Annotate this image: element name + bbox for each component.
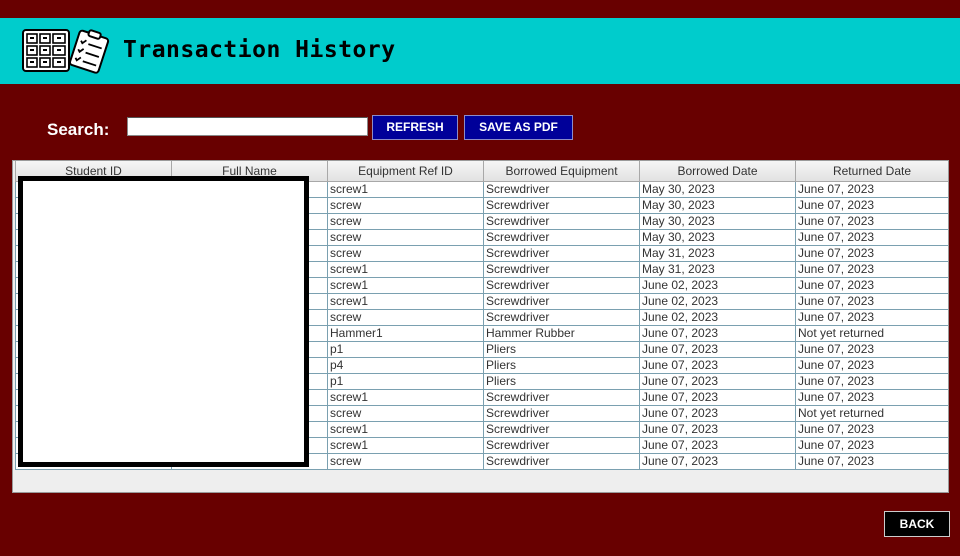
cell-borrowed-equipment[interactable]: Screwdriver	[483, 421, 640, 438]
cell-borrowed-date[interactable]: June 07, 2023	[639, 405, 796, 422]
cell-returned-date[interactable]: Not yet returned	[795, 325, 948, 342]
cell-borrowed-equipment[interactable]: Screwdriver	[483, 405, 640, 422]
cell-borrowed-date[interactable]: June 02, 2023	[639, 293, 796, 310]
cell-borrowed-date[interactable]: June 07, 2023	[639, 373, 796, 390]
cell-returned-date[interactable]: June 07, 2023	[795, 213, 948, 230]
cell-borrowed-date[interactable]: June 02, 2023	[639, 309, 796, 326]
cell-equipment-ref-id[interactable]: screw	[327, 309, 484, 326]
cell-equipment-ref-id[interactable]: screw1	[327, 261, 484, 278]
cell-equipment-ref-id[interactable]: p1	[327, 341, 484, 358]
save-as-pdf-button[interactable]: SAVE AS PDF	[464, 115, 573, 140]
cell-borrowed-equipment[interactable]: Pliers	[483, 341, 640, 358]
cell-borrowed-date[interactable]: May 30, 2023	[639, 229, 796, 246]
cell-equipment-ref-id[interactable]: screw1	[327, 421, 484, 438]
cell-borrowed-equipment[interactable]: Hammer Rubber	[483, 325, 640, 342]
cell-equipment-ref-id[interactable]: screw1	[327, 293, 484, 310]
cell-borrowed-equipment[interactable]: Screwdriver	[483, 213, 640, 230]
cell-returned-date[interactable]: June 07, 2023	[795, 197, 948, 214]
cell-borrowed-date[interactable]: June 07, 2023	[639, 325, 796, 342]
cell-borrowed-date[interactable]: May 30, 2023	[639, 181, 796, 198]
cell-borrowed-equipment[interactable]: Screwdriver	[483, 389, 640, 406]
cell-borrowed-equipment[interactable]: Screwdriver	[483, 453, 640, 470]
cell-borrowed-equipment[interactable]: Screwdriver	[483, 261, 640, 278]
cell-borrowed-date[interactable]: May 30, 2023	[639, 213, 796, 230]
back-button[interactable]: BACK	[884, 511, 950, 537]
cell-equipment-ref-id[interactable]: screw1	[327, 277, 484, 294]
cell-returned-date[interactable]: June 07, 2023	[795, 421, 948, 438]
cell-equipment-ref-id[interactable]: p4	[327, 357, 484, 374]
cell-borrowed-equipment[interactable]: Screwdriver	[483, 277, 640, 294]
cell-returned-date[interactable]: June 07, 2023	[795, 341, 948, 358]
cell-borrowed-date[interactable]: June 07, 2023	[639, 341, 796, 358]
cell-borrowed-date[interactable]: May 30, 2023	[639, 197, 796, 214]
column-header-equipment-ref-id[interactable]: Equipment Ref ID	[327, 161, 484, 182]
cell-returned-date[interactable]: June 07, 2023	[795, 373, 948, 390]
cell-borrowed-equipment[interactable]: Pliers	[483, 373, 640, 390]
cell-returned-date[interactable]: Not yet returned	[795, 405, 948, 422]
cell-equipment-ref-id[interactable]: screw1	[327, 437, 484, 454]
cell-equipment-ref-id[interactable]: screw	[327, 213, 484, 230]
cell-returned-date[interactable]: June 07, 2023	[795, 181, 948, 198]
cell-borrowed-equipment[interactable]: Screwdriver	[483, 245, 640, 262]
cell-returned-date[interactable]: June 07, 2023	[795, 293, 948, 310]
cell-equipment-ref-id[interactable]: screw	[327, 229, 484, 246]
cell-equipment-ref-id[interactable]: screw1	[327, 389, 484, 406]
cell-borrowed-date[interactable]: May 31, 2023	[639, 245, 796, 262]
cell-equipment-ref-id[interactable]: screw	[327, 245, 484, 262]
cell-borrowed-date[interactable]: June 07, 2023	[639, 357, 796, 374]
cell-borrowed-date[interactable]: June 07, 2023	[639, 453, 796, 470]
cell-borrowed-date[interactable]: June 02, 2023	[639, 277, 796, 294]
cell-equipment-ref-id[interactable]: screw1	[327, 181, 484, 198]
redaction-box	[18, 176, 309, 467]
cell-equipment-ref-id[interactable]: screw	[327, 405, 484, 422]
cell-returned-date[interactable]: June 07, 2023	[795, 277, 948, 294]
cell-borrowed-equipment[interactable]: Screwdriver	[483, 293, 640, 310]
cell-equipment-ref-id[interactable]: Hammer1	[327, 325, 484, 342]
cell-borrowed-equipment[interactable]: Screwdriver	[483, 197, 640, 214]
search-input[interactable]	[127, 117, 368, 136]
cell-borrowed-date[interactable]: May 31, 2023	[639, 261, 796, 278]
cell-equipment-ref-id[interactable]: screw	[327, 453, 484, 470]
cell-equipment-ref-id[interactable]: p1	[327, 373, 484, 390]
cell-returned-date[interactable]: June 07, 2023	[795, 309, 948, 326]
search-label: Search:	[47, 120, 110, 139]
cell-borrowed-date[interactable]: June 07, 2023	[639, 437, 796, 454]
column-header-borrowed-date[interactable]: Borrowed Date	[639, 161, 796, 182]
cell-returned-date[interactable]: June 07, 2023	[795, 453, 948, 470]
cell-returned-date[interactable]: June 07, 2023	[795, 437, 948, 454]
header-bar: Transaction History	[0, 18, 960, 84]
cell-equipment-ref-id[interactable]: screw	[327, 197, 484, 214]
column-header-borrowed-equipment[interactable]: Borrowed Equipment	[483, 161, 640, 182]
inventory-checklist-logo-icon	[22, 29, 110, 74]
cell-returned-date[interactable]: June 07, 2023	[795, 245, 948, 262]
cell-returned-date[interactable]: June 07, 2023	[795, 389, 948, 406]
cell-returned-date[interactable]: June 07, 2023	[795, 261, 948, 278]
cell-borrowed-equipment[interactable]: Pliers	[483, 357, 640, 374]
cell-borrowed-equipment[interactable]: Screwdriver	[483, 181, 640, 198]
column-header-returned-date[interactable]: Returned Date	[795, 161, 948, 182]
cell-borrowed-equipment[interactable]: Screwdriver	[483, 229, 640, 246]
cell-returned-date[interactable]: June 07, 2023	[795, 357, 948, 374]
page-title: Transaction History	[123, 37, 396, 63]
refresh-button[interactable]: REFRESH	[372, 115, 458, 140]
cell-borrowed-date[interactable]: June 07, 2023	[639, 421, 796, 438]
cell-borrowed-date[interactable]: June 07, 2023	[639, 389, 796, 406]
cell-returned-date[interactable]: June 07, 2023	[795, 229, 948, 246]
cell-borrowed-equipment[interactable]: Screwdriver	[483, 437, 640, 454]
cell-borrowed-equipment[interactable]: Screwdriver	[483, 309, 640, 326]
